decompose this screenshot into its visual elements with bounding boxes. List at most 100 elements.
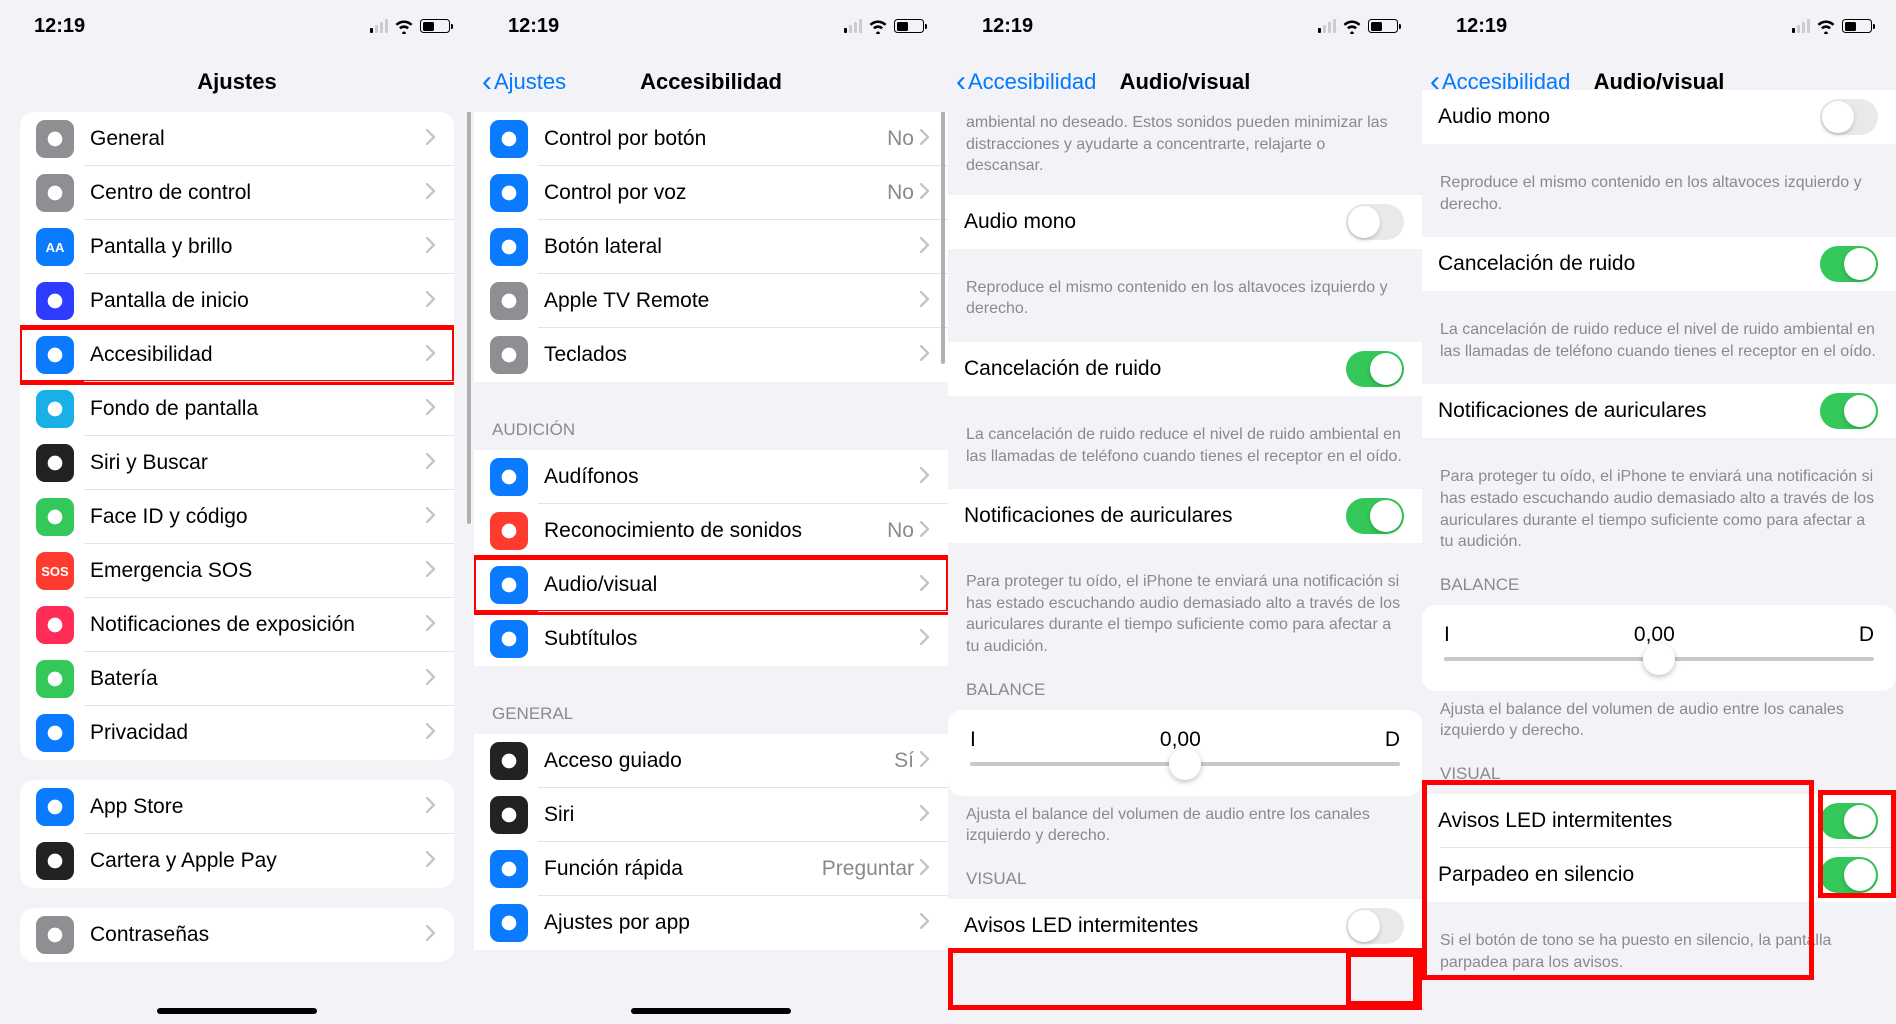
chevron-right-icon (426, 561, 436, 582)
row-led-flash[interactable]: Avisos LED intermitentes (948, 899, 1422, 953)
flower-icon (36, 390, 74, 428)
chevron-right-icon (920, 575, 930, 596)
row-sound[interactable]: Reconocimiento de sonidos No (474, 504, 948, 558)
settings-row-control[interactable]: Centro de control (20, 166, 454, 220)
row-tv[interactable]: Apple TV Remote (474, 274, 948, 328)
scroll-area[interactable]: General Centro de control AA Pantalla y … (0, 112, 474, 1024)
toggle-noise[interactable] (1820, 246, 1878, 282)
row-mono-audio[interactable]: Audio mono (1422, 90, 1896, 144)
row-av[interactable]: Audio/visual (474, 558, 948, 612)
row-label: Acceso guiado (544, 736, 894, 786)
toggle-led[interactable] (1346, 908, 1404, 944)
section-header-balance: BALANCE (1422, 575, 1896, 605)
chevron-right-icon (920, 859, 930, 880)
toggle-headphone[interactable] (1346, 498, 1404, 534)
row-keyboard[interactable]: Teclados (474, 328, 948, 382)
chevron-right-icon (920, 467, 930, 488)
voice-icon (490, 174, 528, 212)
balance-slider[interactable] (1444, 657, 1874, 661)
row-noise-cancel[interactable]: Cancelación de ruido (948, 342, 1422, 396)
chevron-right-icon (920, 183, 930, 204)
row-label: Pantalla y brillo (90, 222, 426, 272)
accessibility-icon (490, 850, 528, 888)
row-guided[interactable]: Acceso guiado Sí (474, 734, 948, 788)
group-physical: Control por botón No Control por voz No … (474, 112, 948, 382)
row-label: Audio mono (1438, 92, 1820, 142)
toggle-noise[interactable] (1346, 351, 1404, 387)
home-indicator[interactable] (631, 1008, 791, 1014)
settings-row-accessibility[interactable]: Accesibilidad (20, 328, 454, 382)
page-title: Audio/visual (1120, 69, 1251, 95)
settings-row-wallpaper[interactable]: Fondo de pantalla (20, 382, 454, 436)
scroll-area[interactable]: ambiental no deseado. Estos sonidos pued… (948, 112, 1422, 1024)
chevron-right-icon (426, 399, 436, 420)
toggle-headphone[interactable] (1820, 393, 1878, 429)
settings-row-privacy[interactable]: Privacidad (20, 706, 454, 760)
row-perapp[interactable]: Ajustes por app (474, 896, 948, 950)
status-icons (370, 19, 451, 34)
balance-slider[interactable] (970, 762, 1400, 766)
home-indicator[interactable] (157, 1008, 317, 1014)
row-shortcut[interactable]: Función rápida Preguntar (474, 842, 948, 896)
row-mono-audio[interactable]: Audio mono (948, 195, 1422, 249)
slider-thumb[interactable] (1643, 643, 1675, 675)
settings-group-3: Contraseñas (20, 908, 454, 962)
cellular-icon (844, 19, 863, 33)
footer-mono: Reproduce el mismo contenido en los alta… (1422, 164, 1896, 237)
row-switch[interactable]: Control por botón No (474, 112, 948, 166)
row-led-flash[interactable]: Avisos LED intermitentes (1422, 794, 1896, 848)
chevron-right-icon (426, 453, 436, 474)
row-headphone-notif[interactable]: Notificaciones de auriculares (948, 489, 1422, 543)
settings-row-general[interactable]: General (20, 112, 454, 166)
scroll-area[interactable]: Control por botón No Control por voz No … (474, 112, 948, 1024)
settings-row-exposure[interactable]: Notificaciones de exposición (20, 598, 454, 652)
row-voice[interactable]: Control por voz No (474, 166, 948, 220)
settings-row-sos[interactable]: SOS Emergencia SOS (20, 544, 454, 598)
toggle-mono[interactable] (1820, 99, 1878, 135)
wifi-icon (868, 19, 888, 34)
settings-row-passwords[interactable]: Contraseñas (20, 908, 454, 962)
toggle-silent[interactable] (1820, 857, 1878, 893)
row-label: Cancelación de ruido (1438, 239, 1820, 289)
footer-noise: La cancelación de ruido reduce el nivel … (948, 416, 1422, 489)
switch-icon (490, 120, 528, 158)
row-side[interactable]: Botón lateral (474, 220, 948, 274)
slider-icon (36, 174, 74, 212)
row-noise-cancel[interactable]: Cancelación de ruido (1422, 237, 1896, 291)
row-label: Teclados (544, 330, 920, 380)
toggle-mono[interactable] (1346, 204, 1404, 240)
scroll-area[interactable]: Audio mono Reproduce el mismo contenido … (1422, 90, 1896, 1024)
footer-balance: Ajusta el balance del volumen de audio e… (948, 796, 1422, 869)
settings-row-battery[interactable]: Batería (20, 652, 454, 706)
settings-row-display[interactable]: AA Pantalla y brillo (20, 220, 454, 274)
row-hearing[interactable]: Audífonos (474, 450, 948, 504)
settings-row-siri[interactable]: Siri y Buscar (20, 436, 454, 490)
row-label: Audífonos (544, 452, 920, 502)
row-value: Sí (894, 749, 914, 773)
row-headphone-notif[interactable]: Notificaciones de auriculares (1422, 384, 1896, 438)
balance-right-label: D (1385, 728, 1400, 752)
chevron-right-icon (920, 751, 930, 772)
slider-thumb[interactable] (1169, 748, 1201, 780)
settings-row-appstore[interactable]: App Store (20, 780, 454, 834)
row-label: Cancelación de ruido (964, 344, 1346, 394)
settings-row-faceid[interactable]: Face ID y código (20, 490, 454, 544)
highlight-box (948, 948, 1422, 1010)
cellular-icon (1318, 19, 1337, 33)
battery-icon (1368, 19, 1398, 33)
back-button[interactable]: ‹Accesibilidad (956, 67, 1096, 97)
row-label: Cartera y Apple Pay (90, 836, 426, 886)
chevron-right-icon (426, 129, 436, 150)
settings-row-home[interactable]: Pantalla de inicio (20, 274, 454, 328)
grid-icon (36, 282, 74, 320)
toggle-led[interactable] (1820, 803, 1878, 839)
chevron-right-icon (920, 129, 930, 150)
row-label: Notificaciones de auriculares (1438, 386, 1820, 436)
row-silent-flash[interactable]: Parpadeo en silencio (1422, 848, 1896, 902)
row-fsiri[interactable]: Siri (474, 788, 948, 842)
row-label: App Store (90, 782, 426, 832)
settings-row-wallet[interactable]: Cartera y Apple Pay (20, 834, 454, 888)
row-cc[interactable]: Subtítulos (474, 612, 948, 666)
back-button[interactable]: ‹Ajustes (482, 67, 566, 97)
row-label: General (90, 114, 426, 164)
